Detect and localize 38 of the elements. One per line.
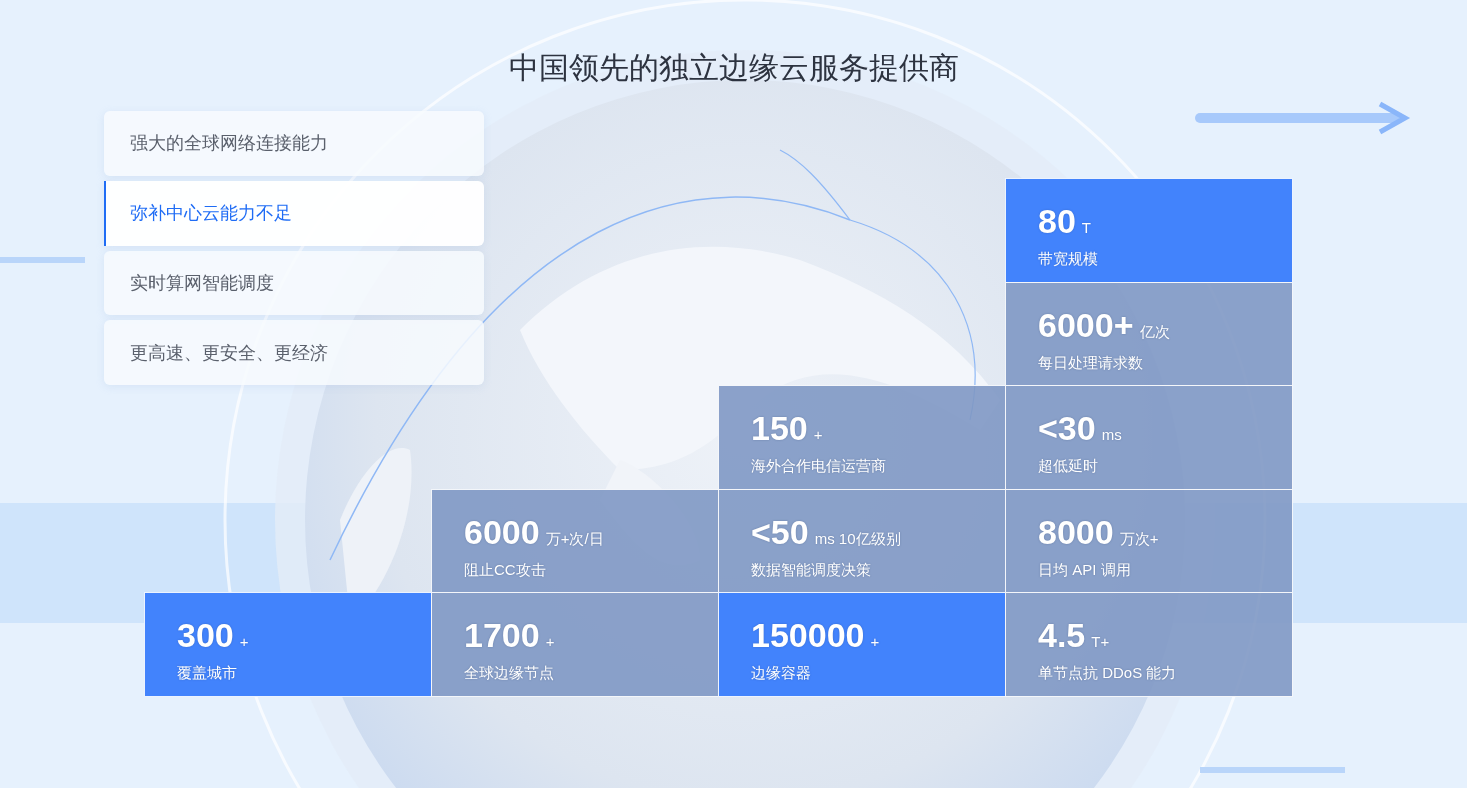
feature-tab[interactable]: 实时算网智能调度 xyxy=(104,250,484,316)
stat-value: 6000 xyxy=(464,511,540,552)
stat-label: 超低延时 xyxy=(1038,457,1099,476)
stat-label: 每日处理请求数 xyxy=(1038,353,1144,373)
stat-value: 4.5 xyxy=(1038,615,1086,655)
feature-tab[interactable]: 强大的全球网络连接能力 xyxy=(104,111,484,176)
stat-unit: + xyxy=(870,632,880,652)
stat-label: 单节点抗 DDoS 能力 xyxy=(1038,664,1178,683)
stat-unit: 万次+ xyxy=(1119,528,1159,549)
stat-label: 阻止CC攻击 xyxy=(464,560,547,580)
stat-unit: T+ xyxy=(1091,632,1110,652)
stat-value: 8000 xyxy=(1038,511,1114,552)
stat-unit: ms xyxy=(1101,425,1122,445)
stat-value: 6000+ xyxy=(1038,304,1134,345)
stat-value: 300 xyxy=(177,615,234,655)
stat-unit: ms 10亿级别 xyxy=(814,528,901,549)
stat-label: 覆盖城市 xyxy=(177,664,238,683)
stat-value: 80 xyxy=(1038,201,1076,241)
stat-unit: 亿次 xyxy=(1139,321,1170,342)
feature-tab[interactable]: 弥补中心云能力不足 xyxy=(104,180,484,246)
stat-value: 150 xyxy=(751,408,808,448)
stat-value: <50 xyxy=(751,511,809,552)
stat-value: 150000 xyxy=(751,615,865,655)
section-title: 中国领先的独立边缘云服务提供商 xyxy=(507,50,960,86)
stat-unit: + xyxy=(239,632,249,652)
stat-label: 全球边缘节点 xyxy=(464,664,555,683)
stat-unit: 万+次/日 xyxy=(545,528,604,549)
stat-label: 数据智能调度决策 xyxy=(751,560,872,580)
feature-tab[interactable]: 更高速、更安全、更经济 xyxy=(104,320,484,385)
stat-unit: T xyxy=(1081,218,1091,238)
stat-value: 1700 xyxy=(464,615,540,655)
stat-label: 海外合作电信运营商 xyxy=(751,457,887,476)
stat-value: <30 xyxy=(1038,408,1096,448)
stat-label: 带宽规模 xyxy=(1038,250,1099,269)
stat-label: 日均 API 调用 xyxy=(1038,560,1132,580)
stat-unit: + xyxy=(813,425,823,445)
stat-unit: + xyxy=(545,632,555,652)
stat-label: 边缘容器 xyxy=(751,664,812,683)
